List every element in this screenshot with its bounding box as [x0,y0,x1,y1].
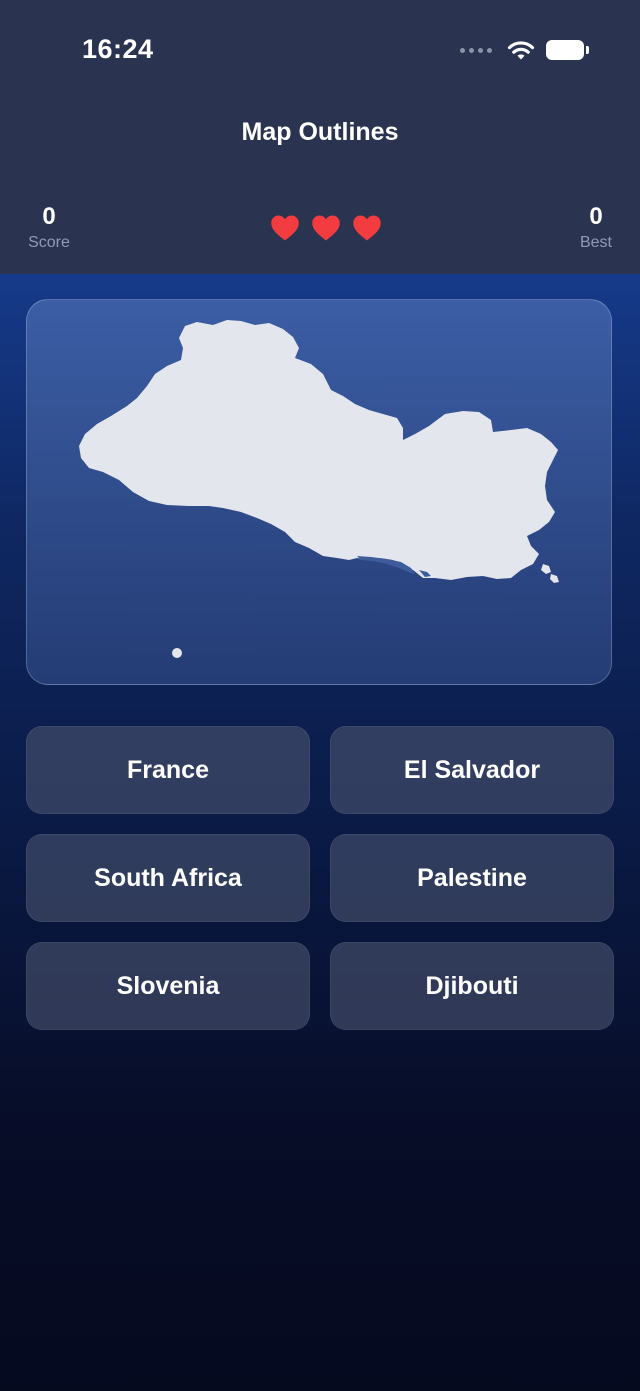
best-value: 0 [589,203,603,230]
score-display: 0 Score [9,203,89,252]
lives-indicator [270,214,382,242]
answer-button-france[interactable]: France [26,726,310,814]
wifi-icon [507,41,535,60]
score-label: Score [28,234,70,251]
heart-icon [312,215,340,241]
battery-icon [546,40,589,60]
heart-icon [353,215,381,241]
map-card [26,299,612,685]
answer-button-djibouti[interactable]: Djibouti [330,942,614,1030]
best-label: Best [579,234,612,251]
cellular-signal-icon [460,47,492,53]
page-title: Map Outlines [241,118,399,146]
answer-grid: France El Salvador South Africa Palestin… [26,726,614,1030]
heart-icon [271,215,299,241]
answer-button-palestine[interactable]: Palestine [330,834,614,922]
status-icons [460,38,589,62]
answer-button-slovenia[interactable]: Slovenia [26,942,310,1030]
top-bar: 16:24 Map Outlines 0 Score 0 Best [0,0,640,274]
country-outline [79,320,559,658]
answer-button-south-africa[interactable]: South Africa [26,834,310,922]
answer-button-el-salvador[interactable]: El Salvador [330,726,614,814]
status-time: 16:24 [82,34,154,64]
score-value: 0 [42,203,56,230]
best-display: 0 Best [556,203,636,252]
